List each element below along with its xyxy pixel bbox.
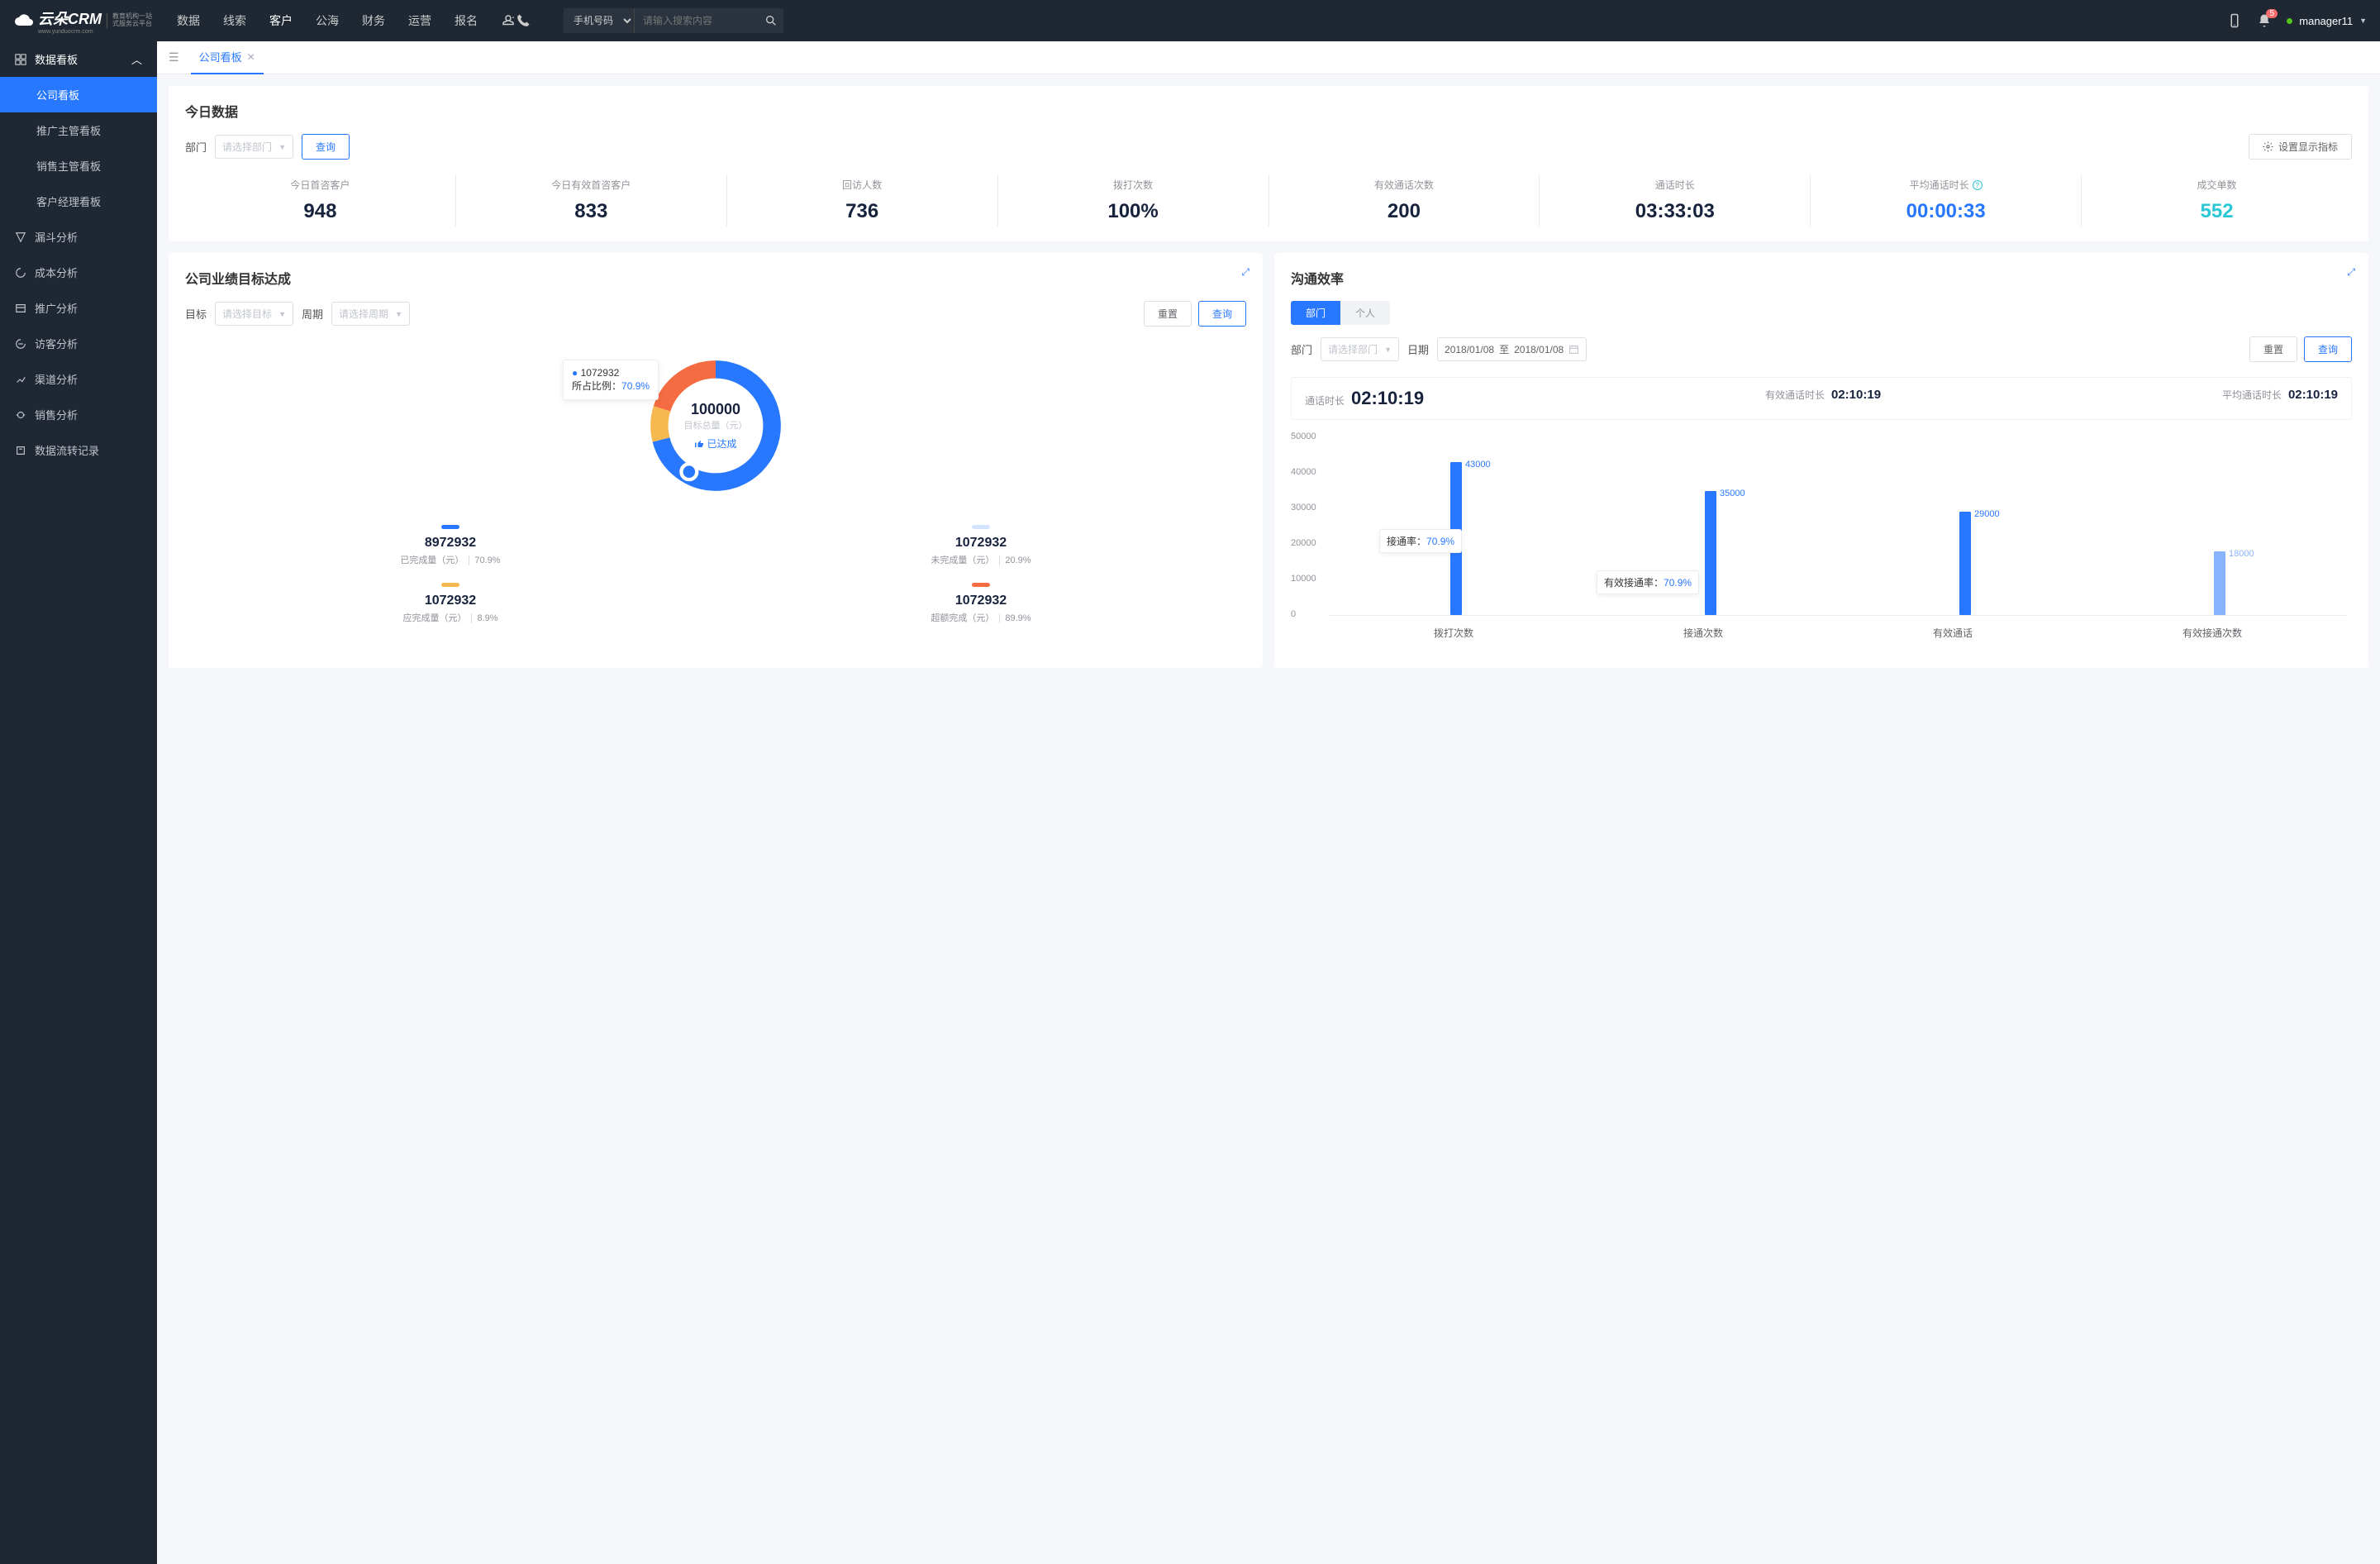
- search-bar: 手机号码: [564, 8, 783, 33]
- period-select[interactable]: 请选择周期▼: [331, 302, 410, 326]
- brand-name: 云朵CRM: [38, 7, 102, 29]
- nav-item[interactable]: 财务: [362, 12, 385, 29]
- user-add-icon[interactable]: [501, 13, 516, 28]
- collapse-menu-icon[interactable]: ☰: [169, 50, 179, 64]
- thumbs-up-icon: [694, 439, 704, 449]
- expand-icon[interactable]: ⤢: [1241, 266, 1250, 279]
- chevron-up-icon: ︿: [131, 51, 142, 67]
- sidebar: 数据看板 ︿ 公司看板推广主管看板销售主管看板客户经理看板 漏斗分析成本分析推广…: [0, 41, 157, 1564]
- brand-logo[interactable]: 云朵CRM www.yunduocrm.com 教育机构一站式服务云平台: [13, 0, 152, 41]
- dashboard-icon: [15, 54, 26, 65]
- nav-item[interactable]: 数据: [177, 12, 200, 29]
- sidebar-sub-item[interactable]: 公司看板: [0, 77, 157, 112]
- chevron-down-icon: ▼: [2359, 17, 2367, 25]
- bar: 35000: [1705, 491, 1716, 616]
- nav-item[interactable]: 线索: [223, 12, 246, 29]
- settings-indicator-button[interactable]: 设置显示指标: [2249, 134, 2352, 160]
- today-title: 今日数据: [185, 101, 2352, 121]
- topbar: 云朵CRM www.yunduocrm.com 教育机构一站式服务云平台 数据 线…: [0, 0, 2380, 41]
- notification-badge: 5: [2266, 9, 2278, 18]
- segment-button[interactable]: 部门: [1291, 301, 1340, 325]
- close-icon[interactable]: ✕: [247, 51, 255, 63]
- tabs-bar: ☰ 公司看板 ✕: [157, 41, 2380, 74]
- search-input[interactable]: [635, 8, 759, 33]
- kpi: 拨打次数100%: [998, 174, 1269, 226]
- sidebar-sub-item[interactable]: 推广主管看板: [0, 112, 157, 148]
- achieved-tag: 已达成: [694, 436, 736, 451]
- search-icon[interactable]: [759, 14, 783, 27]
- kpi: 今日首咨客户948: [185, 174, 456, 226]
- time-summary: 通话时长02:10:19有效通话时长02:10:19平均通话时长02:10:19: [1291, 377, 2352, 420]
- kpi: 回访人数736: [727, 174, 998, 226]
- expand-icon[interactable]: ⤢: [2347, 266, 2355, 279]
- bar: 18000: [2214, 551, 2225, 615]
- nav-item[interactable]: 客户: [269, 12, 293, 29]
- comm-dept-select[interactable]: 请选择部门▼: [1321, 337, 1399, 361]
- comm-reset-button[interactable]: 重置: [2249, 336, 2297, 362]
- effective-rate-box: 有效接通率：70.9%: [1597, 570, 1699, 594]
- sidebar-item[interactable]: 推广分析: [0, 290, 157, 326]
- sidebar-item[interactable]: 成本分析: [0, 255, 157, 290]
- donut-tooltip: ● 1072932 所占比例：70.9%: [563, 360, 659, 400]
- performance-card: ⤢ 公司业绩目标达成 目标 请选择目标▼ 周期 请选择周期▼ 重置 查询: [169, 253, 1263, 668]
- sidebar-item[interactable]: 销售分析: [0, 397, 157, 432]
- sidebar-item[interactable]: 访客分析: [0, 326, 157, 361]
- phone-icon[interactable]: [516, 13, 531, 28]
- bar: 29000: [1959, 512, 1971, 615]
- connect-rate-box: 接通率：70.9%: [1379, 529, 1462, 553]
- brand-domain: www.yunduocrm.com: [38, 29, 102, 35]
- dept-label: 部门: [185, 139, 207, 155]
- sidebar-sub-item[interactable]: 销售主管看板: [0, 148, 157, 184]
- nav-item[interactable]: 报名: [455, 12, 478, 29]
- reset-button[interactable]: 重置: [1144, 301, 1192, 327]
- user-name: manager11: [2299, 15, 2353, 27]
- donut-stat: 8972932已完成量（元）70.9%: [185, 517, 716, 575]
- mobile-icon[interactable]: [2227, 13, 2242, 28]
- segment: 部门个人: [1291, 301, 1390, 325]
- perf-query-button[interactable]: 查询: [1198, 301, 1246, 327]
- kpi: 今日有效首咨客户833: [456, 174, 727, 226]
- donut-center-value: 100000: [691, 401, 740, 418]
- comm-title: 沟通效率: [1291, 268, 2352, 288]
- kpi: 通话时长03:33:03: [1540, 174, 1811, 226]
- communication-card: ⤢ 沟通效率 部门个人 部门 请选择部门▼ 日期 2018/01/08 至 20…: [1274, 253, 2368, 668]
- sidebar-item[interactable]: 渠道分析: [0, 361, 157, 397]
- target-select[interactable]: 请选择目标▼: [215, 302, 293, 326]
- brand-tagline: 教育机构一站式服务云平台: [107, 13, 152, 28]
- gear-icon: [2263, 141, 2273, 152]
- donut-center-sub: 目标总量（元）: [684, 418, 748, 432]
- sidebar-group-dashboard[interactable]: 数据看板 ︿: [0, 41, 157, 77]
- main: ☰ 公司看板 ✕ 今日数据 部门 请选择部门▼ 查询 设置显示指标: [157, 41, 2380, 1564]
- kpi: 成交单数552: [2082, 174, 2352, 226]
- segment-button[interactable]: 个人: [1340, 301, 1390, 325]
- top-nav: 数据 线索 客户 公海 财务 运营 报名: [177, 12, 478, 29]
- query-button[interactable]: 查询: [302, 134, 350, 160]
- cloud-icon: [13, 12, 35, 29]
- comm-query-button[interactable]: 查询: [2304, 336, 2352, 362]
- nav-item[interactable]: 运营: [408, 12, 431, 29]
- user-menu[interactable]: manager11 ▼: [2287, 15, 2367, 27]
- tab-company-board[interactable]: 公司看板 ✕: [191, 41, 264, 74]
- donut-stat: 1072932超额完成（元）89.9%: [716, 575, 1246, 632]
- sidebar-item[interactable]: 漏斗分析: [0, 219, 157, 255]
- calendar-icon: [1568, 344, 1579, 355]
- date-range-input[interactable]: 2018/01/08 至 2018/01/08: [1437, 337, 1587, 361]
- donut-chart: 100000 目标总量（元） 已达成 ● 1072932 所占比例：70.9%: [641, 351, 790, 500]
- sidebar-item[interactable]: 数据流转记录: [0, 432, 157, 468]
- bar-chart: 01000020000300004000050000 4300035000290…: [1291, 430, 2352, 653]
- perf-title: 公司业绩目标达成: [185, 268, 1246, 288]
- kpi: 有效通话次数200: [1269, 174, 1540, 226]
- donut-stat: 1072932应完成量（元）8.9%: [185, 575, 716, 632]
- today-card: 今日数据 部门 请选择部门▼ 查询 设置显示指标 今日首咨客户948今日有效首咨…: [169, 86, 2368, 241]
- kpi: 平均通话时长?00:00:33: [1811, 174, 2082, 226]
- nav-item[interactable]: 公海: [316, 12, 339, 29]
- notifications-button[interactable]: 5: [2257, 13, 2272, 28]
- status-dot: [2287, 18, 2292, 24]
- sidebar-sub-item[interactable]: 客户经理看板: [0, 184, 157, 219]
- dept-select[interactable]: 请选择部门▼: [215, 135, 293, 159]
- donut-stat: 1072932未完成量（元）20.9%: [716, 517, 1246, 575]
- search-type-select[interactable]: 手机号码: [564, 8, 635, 33]
